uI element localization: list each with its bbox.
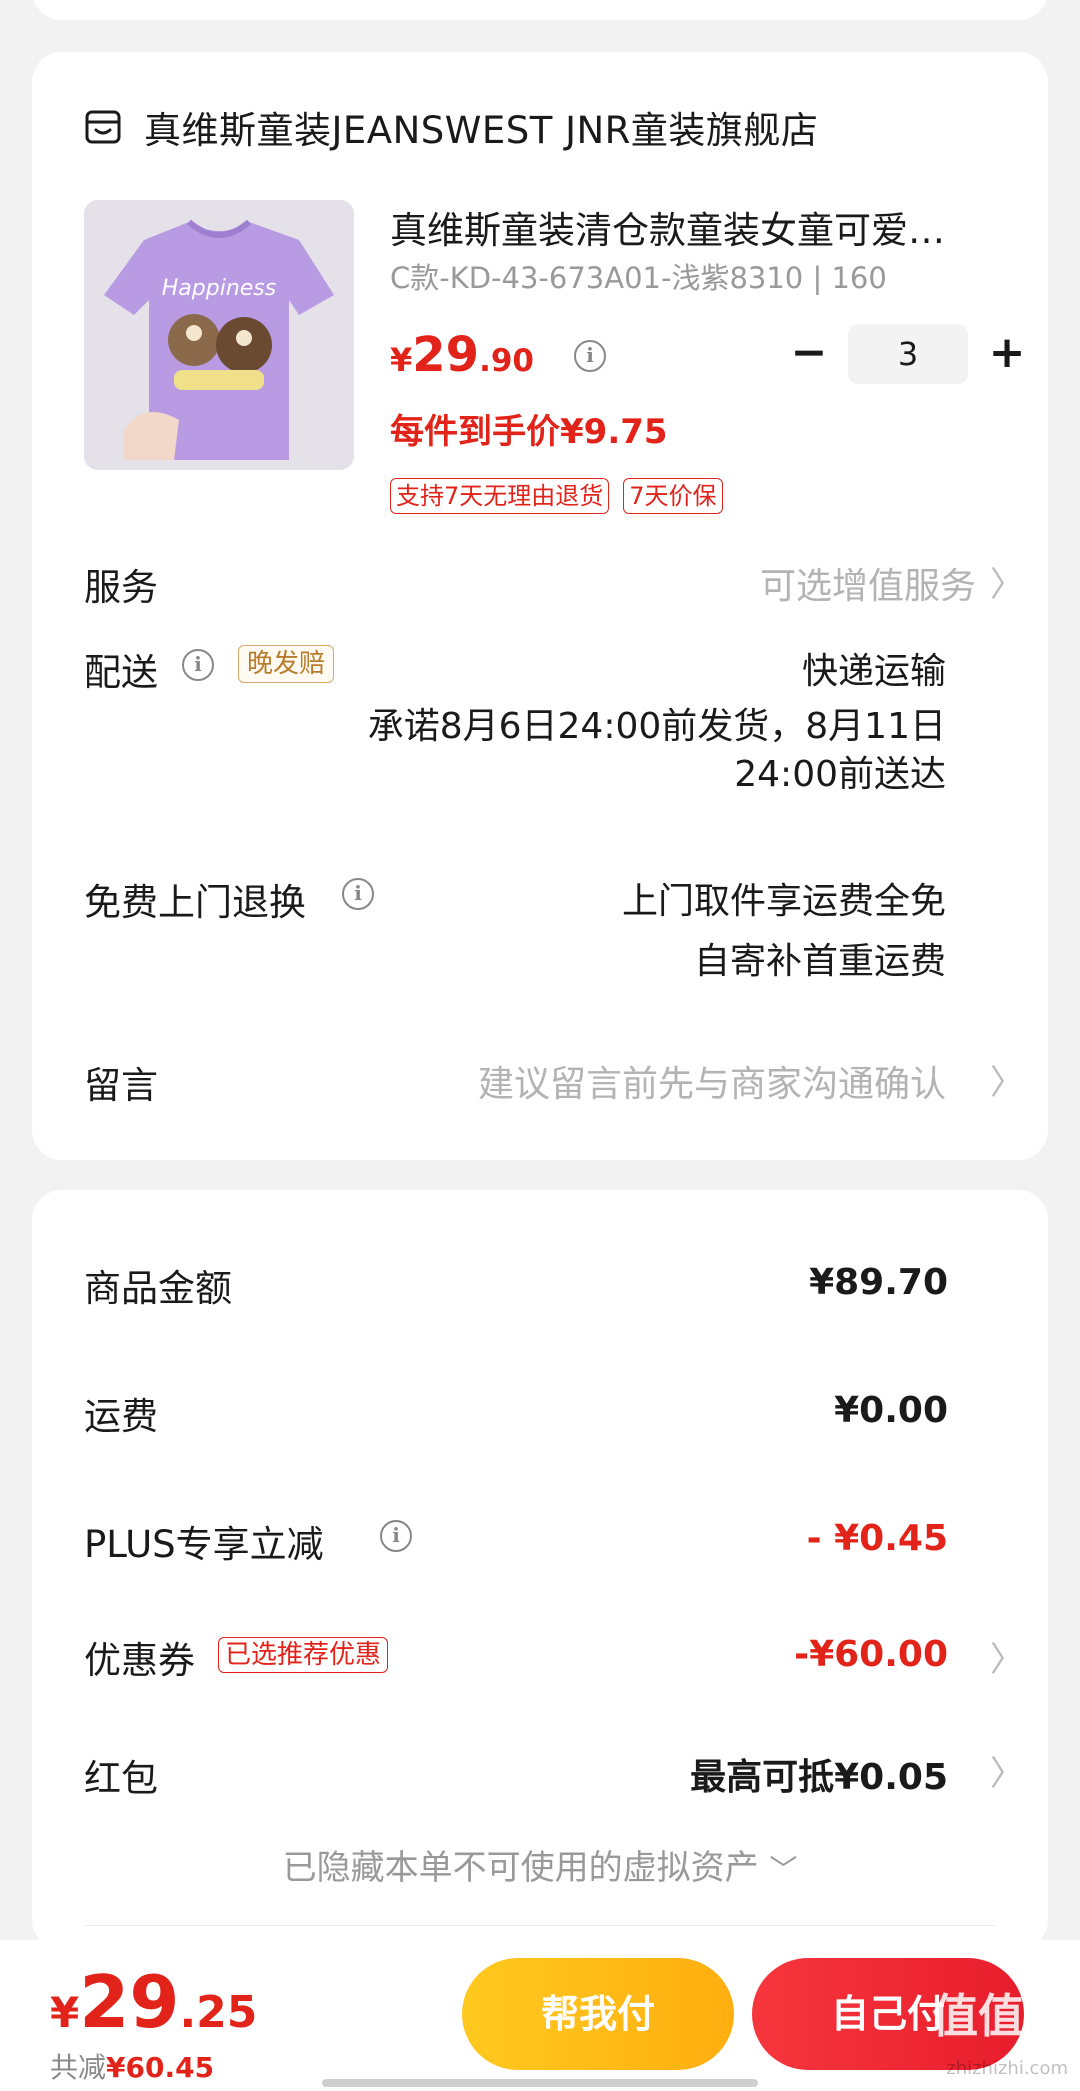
coupon-selected-tag: 已选推荐优惠 <box>218 1637 389 1673</box>
service-label: 服务 <box>84 566 158 609</box>
coupon-label: 优惠券 <box>84 1639 195 1682</box>
checkout-bar: ¥ 29 .25 共减¥60.45 帮我付 自己付 值值值 zhizhizhi.… <box>0 1940 1080 2091</box>
svg-text:Happiness: Happiness <box>162 276 276 301</box>
product-spec[interactable]: C款-KD-43-673A01-浅紫8310 | 160 <box>390 255 887 297</box>
shipping-value: ¥0.00 <box>834 1390 948 1431</box>
return-policy-tag: 支持7天无理由退货 <box>390 478 610 514</box>
hidden-assets-toggle[interactable]: 已隐藏本单不可使用的虚拟资产 ﹀ <box>32 1840 1048 1889</box>
quantity-value[interactable]: 3 <box>848 324 968 384</box>
chevron-down-icon: ﹀ <box>769 1853 798 1886</box>
late-compensation-tag: 晚发赔 <box>238 645 335 683</box>
watermark-url: zhizhizhi.com <box>946 2058 1068 2079</box>
watermark-logo: 值值值 <box>932 1989 1070 2043</box>
price-decimal: .90 <box>479 343 534 379</box>
saved-value: ¥60.45 <box>106 2051 215 2084</box>
return-info-icon[interactable]: i <box>342 878 374 910</box>
shipping-label: 运费 <box>84 1395 158 1438</box>
tshirt-illustration: Happiness <box>84 200 354 470</box>
total-decimal: .25 <box>179 1987 258 2038</box>
price-info-icon[interactable]: i <box>574 340 606 372</box>
service-value[interactable]: 可选增值服务 <box>760 557 976 609</box>
product-price: ¥ 29 .90 <box>390 327 534 383</box>
price-protect-tag: 7天价保 <box>623 478 723 514</box>
chevron-right-icon[interactable]: 〉 <box>990 1746 1024 1795</box>
redpack-value[interactable]: 最高可抵¥0.05 <box>690 1748 948 1800</box>
help-pay-button[interactable]: 帮我付 <box>462 1958 734 2070</box>
plus-info-icon[interactable]: i <box>380 1520 412 1552</box>
product-title[interactable]: 真维斯童装清仓款童装女童可爱… <box>390 200 990 254</box>
goods-amount-label: 商品金额 <box>84 1267 232 1310</box>
home-indicator[interactable] <box>322 2079 758 2087</box>
chevron-right-icon[interactable]: 〉 <box>990 1632 1024 1681</box>
delivery-info-icon[interactable]: i <box>182 649 214 681</box>
price-summary-card: 商品金额 ¥89.70 运费 ¥0.00 PLUS专享立减 i - ¥0.45 … <box>32 1190 1048 1950</box>
coupon-value[interactable]: -¥60.00 <box>794 1634 948 1675</box>
return-line2: 自寄补首重运费 <box>693 941 946 982</box>
hidden-assets-text: 已隐藏本单不可使用的虚拟资产 <box>282 1848 759 1888</box>
delivery-label: 配送 <box>84 651 158 694</box>
goods-amount-value: ¥89.70 <box>809 1262 948 1303</box>
total-integer: 29 <box>79 1960 180 2044</box>
plus-discount-label: PLUS专享立减 <box>84 1523 324 1566</box>
total-price: ¥ 29 .25 <box>50 1960 257 2044</box>
order-item-card: 真维斯童装JEANSWEST JNR童装旗舰店 Happiness 真维斯童装清… <box>32 52 1048 1160</box>
message-input[interactable]: 建议留言前先与商家沟通确认 <box>478 1055 946 1107</box>
plus-discount-value: - ¥0.45 <box>806 1518 948 1559</box>
store-header[interactable]: 真维斯童装JEANSWEST JNR童装旗舰店 <box>84 100 818 154</box>
product-image[interactable]: Happiness <box>84 200 354 470</box>
chevron-right-icon[interactable]: 〉 <box>990 557 1024 606</box>
increment-button[interactable]: + <box>982 329 1032 379</box>
free-return-label: 免费上门退换 <box>84 881 306 924</box>
delivery-promise-line1: 承诺8月6日24:00前发货，8月11日 <box>367 706 946 747</box>
message-label: 留言 <box>84 1064 158 1107</box>
previous-card-edge <box>32 0 1048 20</box>
decrement-button[interactable]: − <box>784 329 834 379</box>
product-tags: 支持7天无理由退货 7天价保 <box>390 478 737 514</box>
price-symbol: ¥ <box>390 341 413 379</box>
chevron-right-icon[interactable]: 〉 <box>990 1055 1024 1104</box>
store-icon <box>85 110 121 144</box>
store-name: 真维斯童装JEANSWEST JNR童装旗舰店 <box>144 109 819 152</box>
divider <box>84 1925 996 1926</box>
delivery-promise-line2: 24:00前送达 <box>734 754 946 795</box>
quantity-stepper: − 3 + <box>784 324 1032 384</box>
delivery-method[interactable]: 快递运输 <box>802 642 946 694</box>
total-saved: 共减¥60.45 <box>50 2046 214 2086</box>
saved-label: 共减 <box>50 2051 107 2084</box>
price-integer: 29 <box>412 327 480 383</box>
return-line1: 上门取件享运费全免 <box>621 881 946 922</box>
unit-price: 每件到手价¥9.75 <box>390 412 668 452</box>
total-symbol: ¥ <box>50 1988 80 2037</box>
redpack-label: 红包 <box>84 1757 158 1800</box>
